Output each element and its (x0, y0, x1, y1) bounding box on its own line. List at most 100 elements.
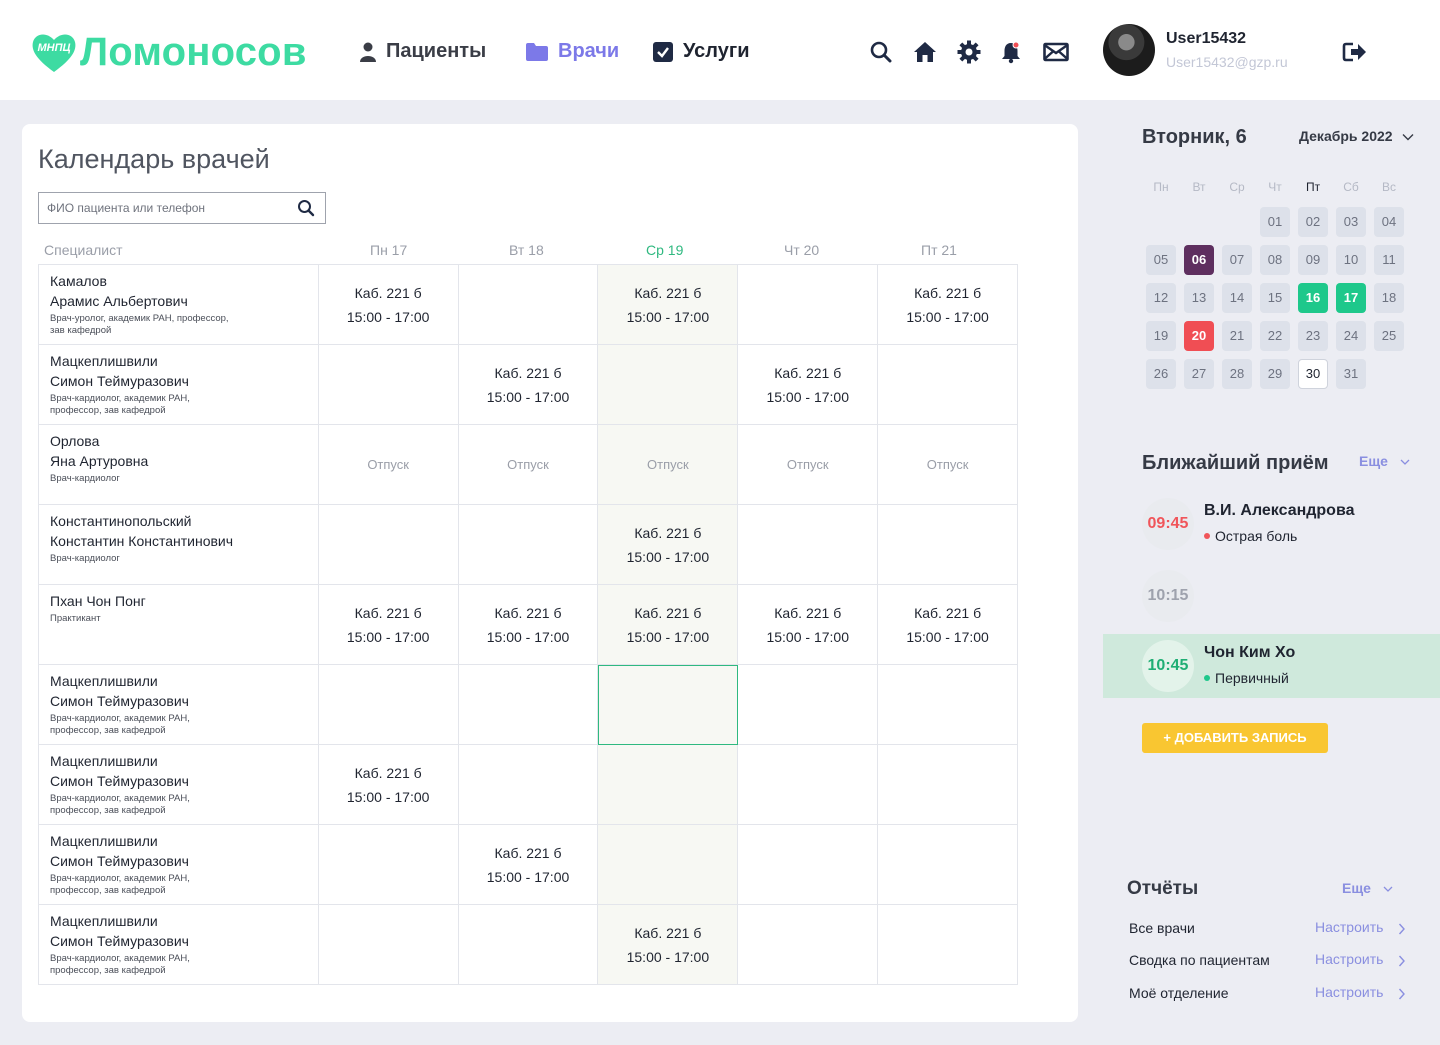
schedule-cell[interactable] (598, 745, 739, 825)
calendar-day[interactable]: 08 (1260, 245, 1290, 275)
schedule-slot[interactable]: Каб. 221 б 15:00 - 17:00 (598, 505, 739, 585)
vacation-cell[interactable]: Отпуск (738, 425, 879, 505)
schedule-cell[interactable] (878, 345, 1019, 425)
logout-icon[interactable] (1342, 40, 1368, 69)
schedule-cell[interactable] (738, 265, 879, 345)
calendar-day[interactable]: 24 (1336, 321, 1366, 351)
calendar-day[interactable]: 27 (1184, 359, 1214, 389)
calendar-day[interactable]: 28 (1222, 359, 1252, 389)
calendar-day[interactable]: 18 (1374, 283, 1404, 313)
schedule-cell[interactable] (738, 825, 879, 905)
calendar-day[interactable]: 23 (1298, 321, 1328, 351)
schedule-slot[interactable]: Каб. 221 б 15:00 - 17:00 (318, 265, 459, 345)
chevron-down-icon[interactable] (1383, 886, 1393, 893)
chevron-right-icon[interactable] (1398, 988, 1406, 1000)
appointment-item[interactable]: 10:45 Чон Ким Хо Первичный (1103, 634, 1440, 698)
schedule-slot[interactable]: Каб. 221 б 15:00 - 17:00 (598, 585, 739, 665)
calendar-day[interactable]: 14 (1222, 283, 1252, 313)
month-selector[interactable]: Декабрь 2022 (1299, 128, 1414, 144)
calendar-day[interactable]: 29 (1260, 359, 1290, 389)
doctor-info[interactable]: Мацкеплишвили Симон Теймуразович Врач-кар… (39, 905, 319, 985)
schedule-slot[interactable]: Каб. 221 б 15:00 - 17:00 (738, 345, 879, 425)
search-icon[interactable] (297, 199, 315, 222)
calendar-day[interactable]: 16 (1298, 283, 1328, 313)
report-configure-link[interactable]: Настроить (1315, 951, 1383, 967)
schedule-slot[interactable]: Каб. 221 б 15:00 - 17:00 (318, 585, 459, 665)
calendar-day[interactable]: 19 (1146, 321, 1176, 351)
calendar-day[interactable]: 20 (1184, 321, 1214, 351)
schedule-slot[interactable]: Каб. 221 б 15:00 - 17:00 (598, 265, 739, 345)
calendar-day[interactable]: 03 (1336, 207, 1366, 237)
nav-doctors[interactable]: Врачи (526, 40, 619, 63)
bell-icon[interactable] (999, 40, 1023, 64)
calendar-day[interactable]: 01 (1260, 207, 1290, 237)
schedule-cell[interactable] (458, 745, 599, 825)
schedule-cell[interactable] (318, 345, 459, 425)
calendar-day[interactable]: 07 (1222, 245, 1252, 275)
nearest-more-link[interactable]: Еще (1359, 453, 1388, 469)
calendar-day[interactable]: 09 (1298, 245, 1328, 275)
calendar-day[interactable]: 05 (1146, 245, 1176, 275)
chevron-right-icon[interactable] (1398, 955, 1406, 967)
calendar-day[interactable]: 13 (1184, 283, 1214, 313)
schedule-cell[interactable] (318, 825, 459, 905)
doctor-info[interactable]: Константинопольский Константин Константи… (39, 505, 319, 585)
vacation-cell[interactable]: Отпуск (598, 425, 739, 505)
add-appointment-button[interactable]: + ДОБАВИТЬ ЗАПИСЬ (1142, 723, 1328, 753)
vacation-cell[interactable]: Отпуск (318, 425, 459, 505)
doctor-info[interactable]: Мацкеплишвили Симон Теймуразович Врач-кар… (39, 825, 319, 905)
schedule-slot[interactable]: Каб. 221 б 15:00 - 17:00 (878, 265, 1019, 345)
schedule-cell[interactable] (458, 265, 599, 345)
schedule-cell[interactable] (318, 905, 459, 985)
calendar-day[interactable]: 31 (1336, 359, 1366, 389)
calendar-day[interactable]: 25 (1374, 321, 1404, 351)
user-avatar[interactable] (1103, 24, 1155, 76)
schedule-slot[interactable]: Каб. 221 б 15:00 - 17:00 (458, 825, 599, 905)
doctor-info[interactable]: Мацкеплишвили Симон Теймуразович Врач-кар… (39, 345, 319, 425)
schedule-cell[interactable] (878, 505, 1019, 585)
doctor-info[interactable]: Мацкеплишвили Симон Теймуразович Врач-кар… (39, 745, 319, 825)
reports-more-link[interactable]: Еще (1342, 880, 1371, 896)
schedule-cell[interactable] (738, 745, 879, 825)
schedule-cell[interactable] (458, 905, 599, 985)
calendar-day[interactable]: 17 (1336, 283, 1366, 313)
calendar-day[interactable]: 22 (1260, 321, 1290, 351)
doctor-info[interactable]: Орлова Яна Артуровна Врач-кардиолог (39, 425, 319, 505)
vacation-cell[interactable]: Отпуск (458, 425, 599, 505)
search-icon[interactable] (869, 40, 893, 64)
schedule-cell[interactable] (738, 905, 879, 985)
schedule-slot[interactable]: Каб. 221 б 15:00 - 17:00 (458, 585, 599, 665)
appointment-item[interactable]: 09:45 В.И. Александрова Острая боль (1103, 492, 1440, 556)
schedule-cell-selected[interactable] (598, 665, 739, 745)
app-logo[interactable]: МНПЦ Ломоносов (30, 28, 307, 76)
schedule-cell[interactable] (878, 825, 1019, 905)
schedule-slot[interactable]: Каб. 221 б 15:00 - 17:00 (318, 745, 459, 825)
gear-icon[interactable] (957, 40, 981, 64)
schedule-cell[interactable] (738, 505, 879, 585)
calendar-day[interactable]: 21 (1222, 321, 1252, 351)
calendar-day[interactable]: 02 (1298, 207, 1328, 237)
calendar-day[interactable]: 12 (1146, 283, 1176, 313)
report-configure-link[interactable]: Настроить (1315, 919, 1383, 935)
doctor-info[interactable]: Камалов Арамис Альбертович Врач-уролог, а… (39, 265, 319, 345)
doctor-info[interactable]: Пхан Чон Понг Практикант (39, 585, 319, 665)
calendar-day[interactable]: 11 (1374, 245, 1404, 275)
nav-patients[interactable]: Пациенты (360, 40, 486, 63)
doctor-info[interactable]: Мацкеплишвили Симон Теймуразович Врач-кар… (39, 665, 319, 745)
schedule-cell[interactable] (878, 745, 1019, 825)
calendar-day[interactable]: 26 (1146, 359, 1176, 389)
calendar-day[interactable]: 06 (1184, 245, 1214, 275)
vacation-cell[interactable]: Отпуск (878, 425, 1019, 505)
schedule-cell[interactable] (878, 665, 1019, 745)
schedule-slot[interactable]: Каб. 221 б 15:00 - 17:00 (738, 585, 879, 665)
schedule-cell[interactable] (598, 825, 739, 905)
schedule-cell[interactable] (458, 665, 599, 745)
calendar-day[interactable]: 04 (1374, 207, 1404, 237)
nav-services[interactable]: Услуги (653, 40, 750, 63)
schedule-cell[interactable] (318, 665, 459, 745)
appointment-item[interactable]: 10:15 (1103, 564, 1440, 628)
schedule-cell[interactable] (458, 505, 599, 585)
mail-icon[interactable] (1043, 40, 1069, 64)
schedule-slot[interactable]: Каб. 221 б 15:00 - 17:00 (878, 585, 1019, 665)
schedule-cell[interactable] (598, 345, 739, 425)
